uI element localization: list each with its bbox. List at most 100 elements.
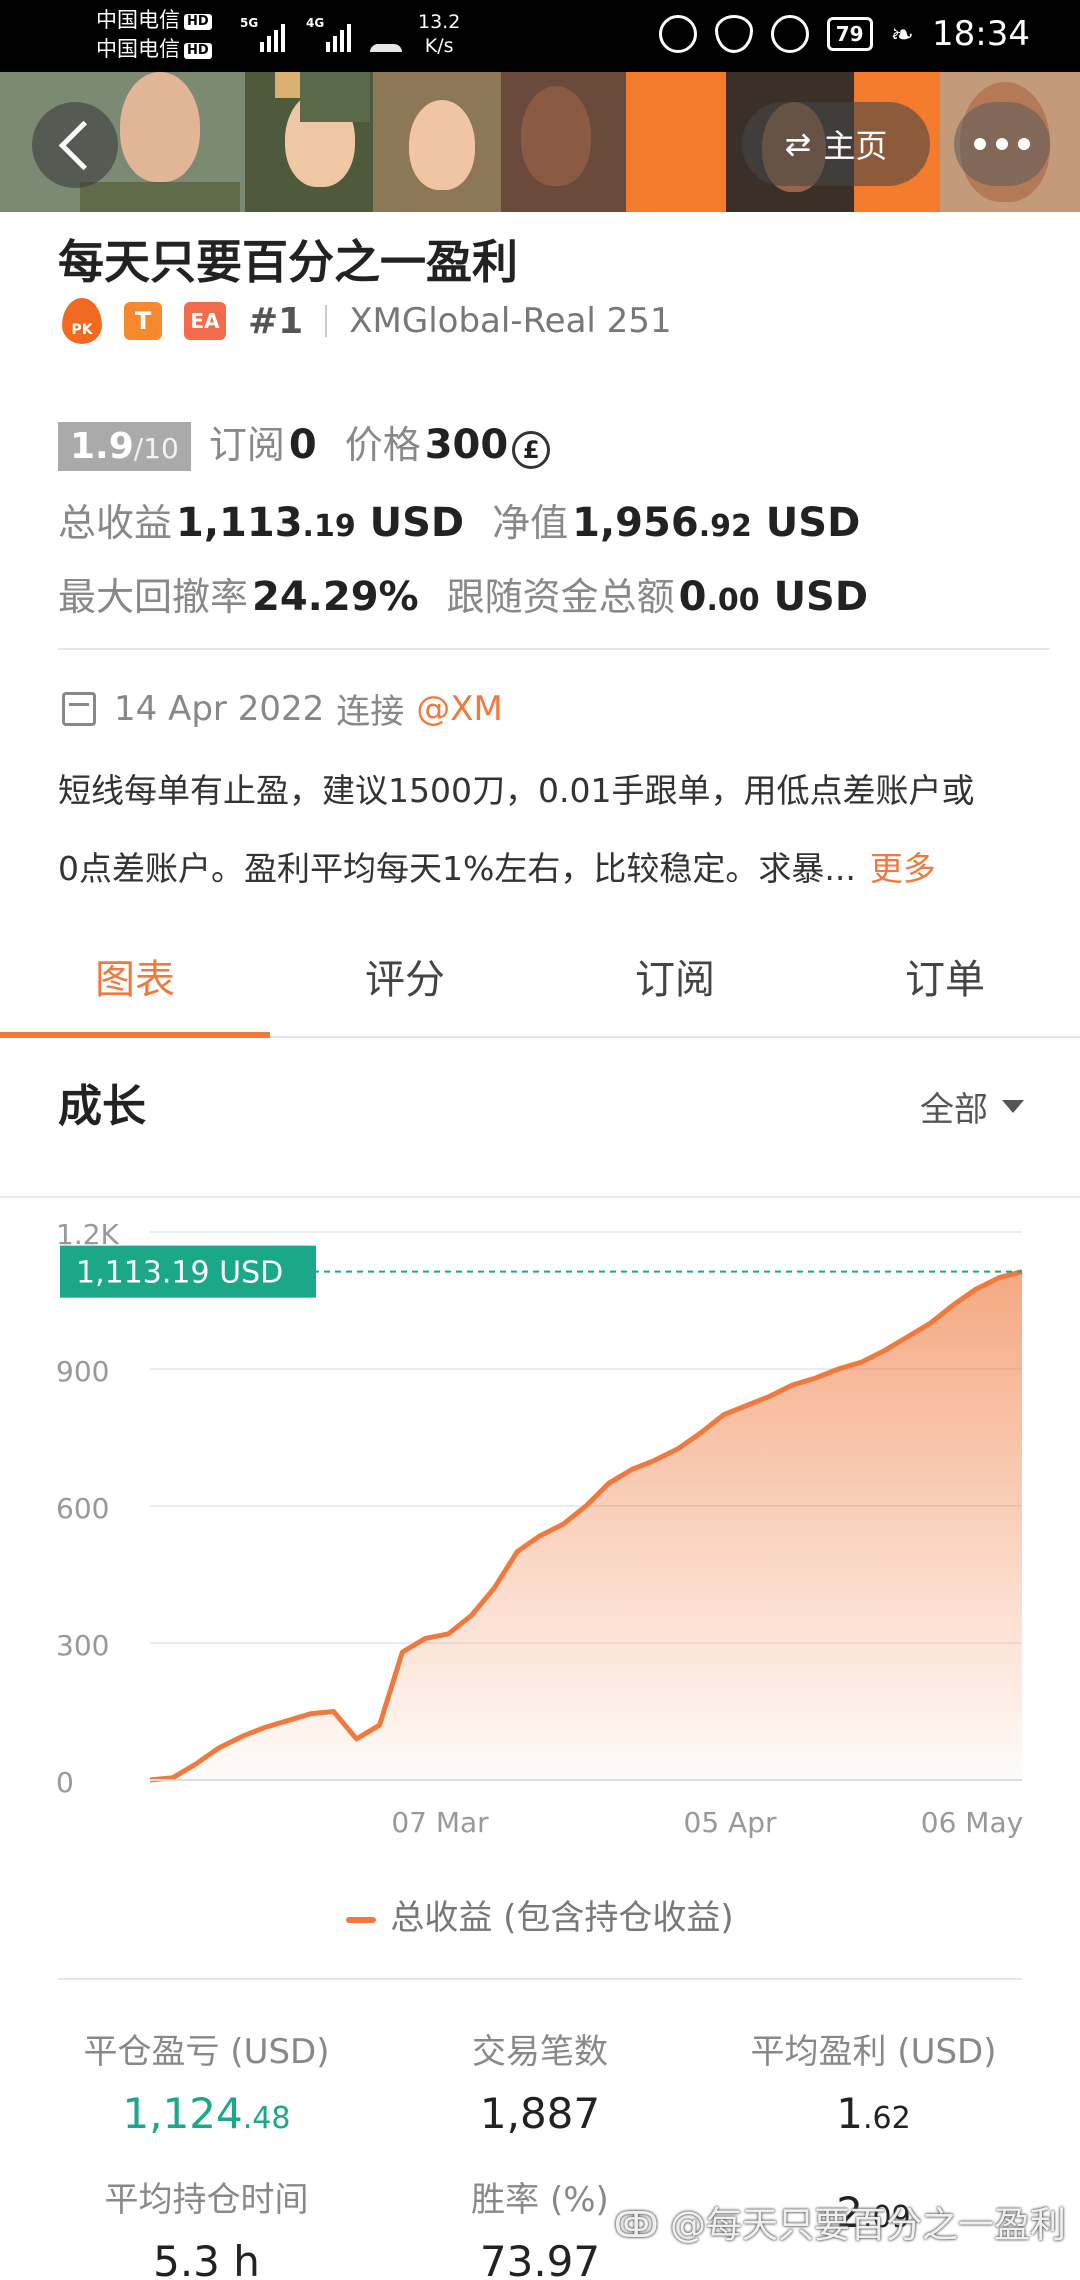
vibrate-icon <box>658 15 697 53</box>
closed-pnl-int: 1,124 <box>122 2089 243 2138</box>
score-value: 1.9 <box>70 426 134 467</box>
avatar-photo <box>300 72 370 122</box>
signal-icon <box>260 18 285 52</box>
avg-profit-dec: .62 <box>863 2101 911 2136</box>
carrier-info: 中国电信 HD 中国电信 HD <box>96 6 212 64</box>
drawdown-value: 24.29% <box>252 574 419 620</box>
network-type-5g: 5G <box>240 16 259 30</box>
growth-chart: 03006009001.2K1,113.19 USD07 Mar 05 Apr 06… <box>56 1218 1023 1839</box>
hd-badge: HD <box>184 43 212 59</box>
chart-legend: 总收益 (包含持仓收益) <box>0 1890 1080 1939</box>
legend-swatch <box>346 1916 377 1923</box>
network-speed: 13.2 K/s <box>418 10 460 58</box>
status-bar: 中国电信 HD 中国电信 HD 5G 4G 13.2 K/s 79 ❧ 18:34 <box>0 0 1080 72</box>
tab-orders[interactable]: 订单 <box>810 930 1080 1036</box>
header-banner: ⇄ 主页 <box>0 72 1080 212</box>
score-badge: 1.9/10 <box>58 422 191 471</box>
price-value: 300 <box>424 422 509 468</box>
trade-count-value: 1,887 <box>479 2089 601 2138</box>
metrics-row: 平仓盈亏 (USD) 1,124.48 交易笔数 1,887 平均盈利 (USD… <box>40 2024 1040 2138</box>
price-label: 价格 <box>344 423 421 467</box>
trade-count-label: 交易笔数 <box>472 2032 608 2072</box>
eye-icon <box>714 15 753 53</box>
range-filter-dropdown[interactable]: 全部 <box>920 1082 1024 1131</box>
back-button[interactable] <box>32 102 118 188</box>
avatar-photo <box>501 72 626 212</box>
battery-icon: 79 <box>826 17 873 51</box>
watermark: ↂ @每天只要百分之一盈利 <box>613 2205 1066 2246</box>
equity-value: 1,956.92 USD <box>572 500 860 546</box>
total-profit-int: 1,113 <box>176 500 303 546</box>
stats-row-2: 总收益 1,113.19 USD 净值 1,956.92 USD <box>58 492 860 547</box>
x-tick-label: 05 Apr <box>684 1806 777 1839</box>
hd-badge: HD <box>184 14 212 30</box>
connection-label: 连接 <box>336 692 405 732</box>
equity-dec: .92 <box>698 509 752 544</box>
divider <box>58 1978 1022 1980</box>
total-profit-label: 总收益 <box>58 501 173 545</box>
connection-date: 14 Apr 2022 <box>114 688 325 729</box>
broker-link[interactable]: @XM <box>416 689 503 729</box>
y-tick-label: 0 <box>56 1766 74 1799</box>
switch-icon: ⇄ <box>784 125 812 163</box>
pk-badge-icon: PK <box>62 298 102 344</box>
avg-profit-value: 1.62 <box>707 2089 1040 2138</box>
avg-hold-time-label: 平均持仓时间 <box>104 2180 309 2220</box>
current-value-label: 1,113.19 USD <box>76 1256 283 1291</box>
tab-bar: 图表 评分 订阅 订单 <box>0 930 1080 1038</box>
watermark-text: 每天只要百分之一盈利 <box>705 2205 1066 2246</box>
closed-pnl-value: 1,124.48 <box>40 2089 373 2138</box>
wifi-icon <box>370 18 402 52</box>
signal-icon <box>326 18 351 52</box>
total-profit-value: 1,113.19 USD <box>176 500 464 546</box>
carrier-2: 中国电信 <box>96 37 180 61</box>
speed-value: 13.2 <box>418 11 461 33</box>
weibo-icon: ↂ <box>613 2205 659 2246</box>
signal-title: 每天只要百分之一盈利 <box>58 235 518 289</box>
tab-subscribe[interactable]: 订阅 <box>540 930 810 1036</box>
total-profit-dec: .19 <box>302 509 356 544</box>
description-line-1: 短线每单有止盈，建议1500刀，0.01手跟单，用低点差账户或 <box>58 771 975 810</box>
metric-cell: 平均盈利 (USD) 1.62 <box>707 2024 1040 2138</box>
home-button[interactable]: ⇄ 主页 <box>742 102 930 186</box>
banner-bg <box>626 72 726 212</box>
score-max: /10 <box>133 432 179 465</box>
x-tick-label: 07 Mar <box>391 1806 489 1839</box>
home-label: 主页 <box>823 127 888 165</box>
equity-label: 净值 <box>492 501 569 545</box>
tab-rating[interactable]: 评分 <box>270 930 540 1036</box>
subscribe-label: 订阅 <box>208 423 285 467</box>
divider <box>325 305 328 337</box>
x-tick-label: 06 May <box>921 1806 1023 1839</box>
rank-label: #1 <box>248 300 304 342</box>
avatar-photo <box>373 72 501 212</box>
signal-description: 短线每单有止盈，建议1500刀，0.01手跟单，用低点差账户或 0点差账户。盈利… <box>58 752 1048 908</box>
more-link[interactable]: 更多 <box>870 849 936 888</box>
y-tick-label: 600 <box>56 1492 109 1525</box>
avg-profit-label: 平均盈利 (USD) <box>750 2032 997 2072</box>
calendar-icon <box>62 691 96 726</box>
network-type-4g: 4G <box>306 16 325 30</box>
tab-chart[interactable]: 图表 <box>0 930 270 1038</box>
more-options-button[interactable] <box>954 102 1050 186</box>
avg-profit-int: 1 <box>836 2089 863 2138</box>
y-tick-label: 300 <box>56 1629 109 1662</box>
carrier-1: 中国电信 <box>96 8 180 32</box>
range-filter-label: 全部 <box>920 1090 988 1130</box>
closed-pnl-dec: .48 <box>242 2101 291 2136</box>
growth-header <box>0 1038 1080 1198</box>
y-tick-label: 900 <box>56 1355 109 1388</box>
t-badge: T <box>124 302 162 340</box>
account-name: XMGlobal-Real 251 <box>349 301 672 341</box>
avg-hold-time-value: 5.3 h <box>153 2237 260 2280</box>
follow-unit: USD <box>773 574 869 620</box>
divider <box>58 648 1050 650</box>
metric-cell: 平仓盈亏 (USD) 1,124.48 <box>40 2024 373 2138</box>
status-icons: 79 ❧ 18:34 <box>658 14 1030 54</box>
equity-unit: USD <box>765 500 861 546</box>
description-line-2: 0点差账户。盈利平均每天1%左右，比较稳定。求暴... <box>58 849 856 888</box>
subscribe-count: 0 <box>288 422 317 468</box>
metric-cell: 平均持仓时间 5.3 h <box>40 2172 373 2280</box>
stats-row-3: 最大回撤率 24.29% 跟随资金总额 0.00 USD <box>58 566 868 621</box>
coin-icon: £ <box>512 431 551 469</box>
